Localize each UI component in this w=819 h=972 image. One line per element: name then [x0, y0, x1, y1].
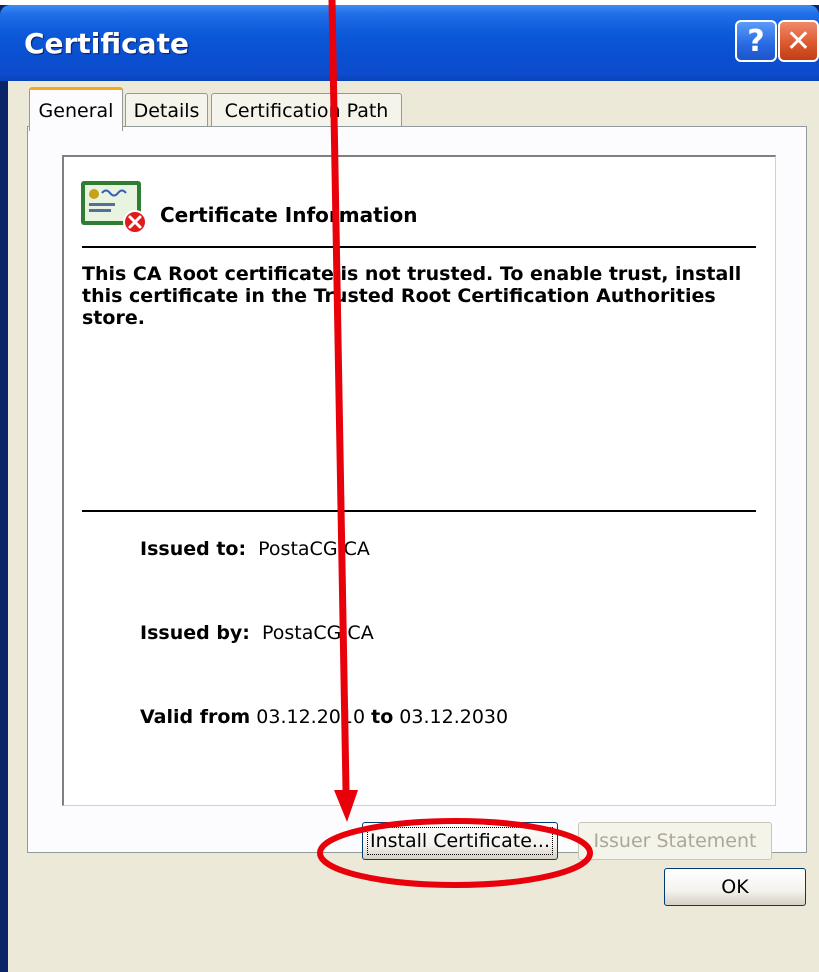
ok-button[interactable]: OK — [664, 868, 806, 906]
issued-by-label: Issued by: — [140, 622, 250, 644]
dialog-client-area: General Details Certification Path Certi… — [8, 81, 819, 972]
tab-certification-path-label: Certification Path — [224, 99, 389, 122]
certificate-information-heading: Certificate Information — [160, 203, 418, 227]
issued-by-value: PostaCG CA — [262, 622, 374, 644]
trust-warning-text: This CA Root certificate is not trusted.… — [82, 263, 742, 329]
close-icon: ✕ — [785, 23, 812, 59]
issued-by-row: Issued by: PostaCG CA — [140, 622, 374, 644]
validity-row: Valid from 03.12.2010 to 03.12.2030 — [140, 706, 508, 728]
tab-details[interactable]: Details — [125, 93, 208, 127]
certificate-dialog: Certificate ? ✕ General Details Certific… — [0, 5, 819, 972]
tab-general-label: General — [38, 99, 114, 122]
ok-label: OK — [721, 876, 749, 898]
help-icon: ? — [747, 23, 765, 59]
valid-from-value: 03.12.2010 — [256, 706, 366, 728]
issuer-statement-button[interactable]: Issuer Statement — [578, 822, 772, 860]
valid-to-label: to — [371, 706, 394, 728]
certificate-error-icon — [81, 181, 147, 234]
help-button[interactable]: ? — [735, 20, 777, 62]
divider-bottom — [82, 510, 756, 512]
divider-top — [82, 246, 756, 248]
install-certificate-button[interactable]: Install Certificate... — [362, 822, 558, 860]
certificate-info-box: Certificate Information This CA Root cer… — [62, 155, 776, 806]
red-x-icon — [123, 210, 147, 234]
window-title: Certificate — [24, 27, 189, 60]
close-button[interactable]: ✕ — [778, 20, 819, 62]
tab-certification-path[interactable]: Certification Path — [211, 93, 402, 127]
issuer-statement-label: Issuer Statement — [593, 830, 757, 852]
valid-to-value: 03.12.2030 — [399, 706, 509, 728]
tab-details-label: Details — [133, 99, 200, 122]
title-bar[interactable]: Certificate ? ✕ — [0, 5, 819, 81]
valid-from-label: Valid from — [140, 706, 251, 728]
tab-general[interactable]: General — [29, 87, 123, 131]
general-tab-panel: Certificate Information This CA Root cer… — [27, 126, 807, 860]
issued-to-row: Issued to: PostaCG CA — [140, 538, 370, 560]
issued-to-label: Issued to: — [140, 538, 247, 560]
issued-to-value: PostaCG CA — [258, 538, 370, 560]
install-certificate-label: Install Certificate... — [366, 827, 554, 855]
